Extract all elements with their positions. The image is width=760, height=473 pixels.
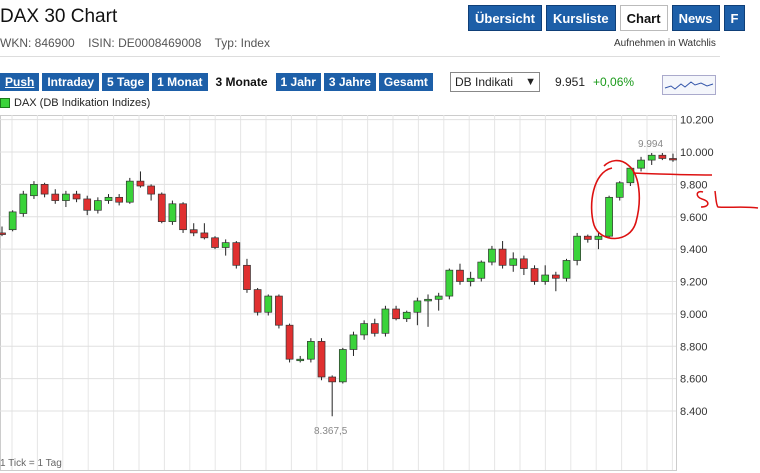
candle-up [445, 269, 454, 297]
candle-up [466, 277, 475, 282]
candle-up [338, 349, 347, 383]
low-value-label: 8.367,5 [314, 426, 348, 437]
candle-down [498, 248, 507, 266]
candle-down [232, 242, 241, 266]
candle-down [551, 274, 560, 279]
candle-down [669, 158, 677, 161]
annotation-scribble [696, 190, 759, 209]
y-tick-label: 9.000 [680, 309, 708, 321]
candle-up [402, 311, 411, 320]
candle-up [360, 323, 368, 336]
candle-down [200, 232, 209, 239]
candle-down [179, 203, 187, 231]
candle-down [40, 184, 49, 195]
y-tick-label: 10.200 [680, 115, 714, 127]
candle-down [583, 235, 592, 240]
candle-up [637, 159, 645, 169]
candle-down [658, 154, 667, 159]
candle-down [370, 323, 379, 334]
candle-down [317, 341, 326, 378]
y-tick-label: 9.800 [680, 179, 708, 191]
candle-down [530, 268, 539, 282]
candle-up [307, 341, 315, 360]
candle-down [136, 180, 145, 187]
candle-up [647, 154, 656, 161]
y-tick-label: 9.400 [680, 244, 708, 256]
candle-up [541, 274, 550, 282]
candle-up [477, 261, 486, 279]
candle-up [221, 242, 230, 248]
candle-down [211, 237, 219, 248]
candle-down [51, 193, 60, 201]
candle-up [264, 295, 273, 313]
candle-up [424, 298, 432, 302]
y-tick-label: 9.600 [680, 212, 708, 224]
candle-up [30, 184, 38, 197]
candle-up [488, 248, 496, 263]
candle-up [573, 235, 581, 261]
high-value-label: 9.994 [638, 139, 663, 150]
candle-up [125, 180, 134, 203]
candle-up [562, 260, 571, 279]
candle-down [189, 229, 198, 234]
candlestick-chart[interactable]: 10.200 10.000 9.800 9.600 9.400 9.200 9.000 8.8… [0, 0, 760, 473]
candle-up [381, 308, 390, 334]
candle-down [157, 193, 166, 222]
candle-up [8, 211, 17, 231]
candle-down [456, 269, 464, 282]
candle-down [392, 308, 400, 320]
candle-down [115, 196, 124, 203]
candle-down [328, 376, 337, 383]
candle-down [0, 232, 6, 235]
candle-down [285, 324, 294, 360]
candle-up [62, 193, 70, 201]
candle-up [434, 295, 443, 300]
plot-area [0, 115, 677, 471]
candle-up [349, 334, 358, 350]
candle-up [104, 196, 113, 201]
candle-up [168, 203, 177, 222]
y-tick-label: 8.800 [680, 341, 708, 353]
y-tick-label: 8.400 [680, 406, 708, 418]
candle-up [413, 300, 422, 313]
candle-up [594, 235, 603, 240]
candle-down [243, 264, 251, 290]
candle-up [509, 258, 518, 266]
candle-up [615, 182, 624, 198]
candle-up [94, 200, 102, 211]
y-tick-label: 9.200 [680, 277, 708, 289]
candle-down [147, 185, 155, 195]
candle-down [72, 193, 81, 200]
y-tick-label: 10.000 [680, 147, 714, 159]
y-tick-label: 8.600 [680, 374, 708, 386]
candle-down [83, 198, 92, 211]
candle-down [520, 258, 528, 269]
tick-info: 1 Tick = 1 Tag [0, 458, 62, 469]
candle-up [605, 196, 613, 237]
candle-up [296, 358, 305, 362]
candle-down [253, 289, 262, 313]
candle-down [275, 295, 283, 326]
candle-up [19, 193, 28, 214]
